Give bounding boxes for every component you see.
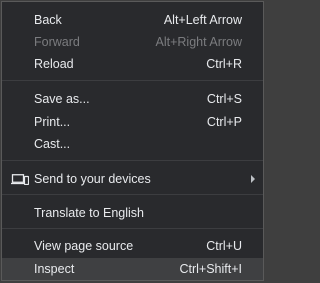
menu-item-cast-label: Cast...	[34, 137, 71, 151]
menu-item-view-source[interactable]: View page source Ctrl+U	[2, 235, 263, 257]
chevron-right-icon	[251, 175, 255, 183]
menu-item-cast[interactable]: Cast...	[2, 133, 263, 155]
menu-item-back-shortcut: Alt+Left Arrow	[163, 13, 242, 27]
menu-item-reload-shortcut: Ctrl+R	[206, 57, 242, 71]
devices-icon	[11, 174, 29, 185]
menu-item-view-source-label: View page source	[34, 239, 134, 253]
context-menu: Back Alt+Left Arrow Forward Alt+Right Ar…	[1, 1, 264, 281]
menu-item-reload[interactable]: Reload Ctrl+R	[2, 53, 263, 75]
menu-item-reload-label: Reload	[34, 57, 74, 71]
menu-item-save-as-label: Save as...	[34, 92, 90, 106]
menu-item-print-shortcut: Ctrl+P	[206, 115, 242, 129]
menu-item-forward-label: Forward	[34, 35, 80, 49]
menu-item-view-source-shortcut: Ctrl+U	[206, 239, 242, 253]
menu-item-translate-label: Translate to English	[34, 206, 145, 220]
menu-item-back-label: Back	[34, 13, 62, 27]
menu-item-send-to-devices-label: Send to your devices	[34, 172, 151, 186]
menu-item-save-as-shortcut: Ctrl+S	[206, 92, 242, 106]
menu-item-save-as[interactable]: Save as... Ctrl+S	[2, 88, 263, 110]
menu-item-send-to-devices[interactable]: Send to your devices	[2, 168, 263, 190]
menu-item-print-label: Print...	[34, 115, 71, 129]
menu-separator	[2, 194, 263, 195]
menu-item-back[interactable]: Back Alt+Left Arrow	[2, 9, 263, 31]
menu-separator	[2, 228, 263, 229]
menu-separator	[2, 160, 263, 161]
menu-item-forward: Forward Alt+Right Arrow	[2, 31, 263, 53]
menu-item-print[interactable]: Print... Ctrl+P	[2, 111, 263, 133]
menu-item-inspect[interactable]: Inspect Ctrl+Shift+I	[2, 258, 263, 280]
menu-separator	[2, 80, 263, 81]
menu-item-inspect-shortcut: Ctrl+Shift+I	[179, 262, 242, 276]
menu-item-forward-shortcut: Alt+Right Arrow	[155, 35, 243, 49]
menu-item-translate[interactable]: Translate to English	[2, 202, 263, 224]
menu-item-inspect-label: Inspect	[34, 262, 75, 276]
